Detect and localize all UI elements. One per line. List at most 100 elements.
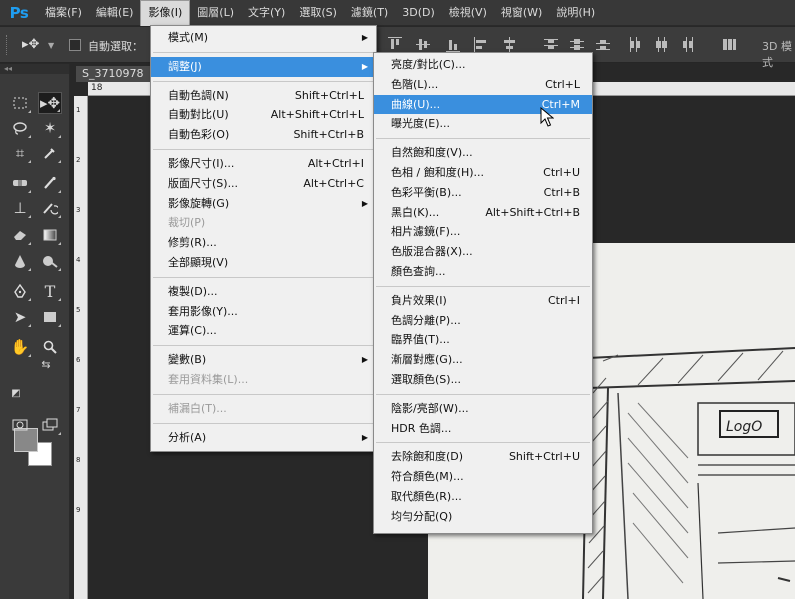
move-tool-icon[interactable]: ▸✥: [38, 92, 62, 114]
vertical-ruler[interactable]: 123456789: [74, 96, 88, 599]
adjust-menu-item[interactable]: 顏色查詢...: [374, 262, 592, 282]
toolbox-collapse-icon[interactable]: ◂◂: [0, 64, 69, 74]
menu-3d[interactable]: 3D(D): [395, 0, 442, 26]
magic-wand-tool-icon[interactable]: ✶: [38, 117, 62, 139]
image-menu-item-label: 套用影像(Y)...: [168, 304, 238, 318]
align-top-edges-icon[interactable]: [388, 37, 402, 52]
photoshop-window: Ps 檔案(F) 編輯(E) 影像(I) 圖層(L) 文字(Y) 選取(S) 濾…: [0, 0, 795, 599]
menu-view[interactable]: 檢視(V): [442, 0, 494, 26]
options-grip[interactable]: [6, 35, 9, 55]
adjust-menu-item[interactable]: 陰影/亮部(W)...: [374, 399, 592, 419]
adjust-menu-item[interactable]: 漸層對應(G)...: [374, 350, 592, 370]
crop-tool-icon[interactable]: ⌗: [8, 142, 32, 164]
image-menu-item[interactable]: 影像尺寸(I)... Alt+Ctrl+I: [151, 154, 376, 174]
adjust-menu-item[interactable]: 均勻分配(Q): [374, 507, 592, 527]
image-menu-item[interactable]: 變數(B) ▶: [151, 350, 376, 370]
blur-tool-icon[interactable]: [8, 250, 32, 272]
menu-type[interactable]: 文字(Y): [241, 0, 292, 26]
default-colors-icon[interactable]: ◩: [8, 386, 24, 400]
move-tool-preset-icon[interactable]: ▸✥: [22, 37, 39, 52]
menu-layer[interactable]: 圖層(L): [190, 0, 241, 26]
image-menu-item[interactable]: 運算(C)...: [151, 321, 376, 341]
image-menu-item[interactable]: 模式(M) ▶: [151, 28, 376, 48]
distribute-top-icon[interactable]: [544, 37, 558, 52]
adjust-menu-item[interactable]: 選取顏色(S)...: [374, 370, 592, 390]
menu-file[interactable]: 檔案(F): [38, 0, 89, 26]
image-menu-item[interactable]: 自動色調(N) Shift+Ctrl+L: [151, 86, 376, 106]
lasso-tool-icon[interactable]: [8, 117, 32, 139]
adjust-menu-item[interactable]: 色調分離(P)...: [374, 311, 592, 331]
path-selection-tool-icon[interactable]: ➤: [8, 306, 32, 328]
menu-filter[interactable]: 濾鏡(T): [344, 0, 395, 26]
marquee-tool-icon[interactable]: [8, 92, 32, 114]
image-menu-item[interactable]: 全部顯現(V): [151, 253, 376, 273]
distribute-hcenter-icon[interactable]: [654, 37, 668, 52]
image-menu-item[interactable]: 分析(A) ▶: [151, 428, 376, 448]
align-bottom-edges-icon[interactable]: [446, 37, 460, 52]
history-brush-tool-icon[interactable]: [38, 197, 62, 219]
zoom-tool-icon[interactable]: [38, 336, 62, 358]
adjust-menu-item[interactable]: 色階(L)... Ctrl+L: [374, 75, 592, 95]
hand-tool-icon[interactable]: ✋: [8, 336, 32, 358]
distribute-left-icon[interactable]: [628, 37, 642, 52]
chevron-down-icon[interactable]: ▼: [48, 41, 54, 50]
distribute-center-icon[interactable]: [570, 37, 584, 52]
adjust-menu-item[interactable]: 黑白(K)... Alt+Shift+Ctrl+B: [374, 203, 592, 223]
dodge-tool-icon[interactable]: [38, 250, 62, 272]
auto-select-checkbox[interactable]: [69, 39, 81, 51]
adjust-menu-item[interactable]: 曝光度(E)...: [374, 114, 592, 134]
adjust-menu-item[interactable]: 亮度/對比(C)...: [374, 55, 592, 75]
menu-window[interactable]: 視窗(W): [494, 0, 549, 26]
menu-separator: [376, 442, 590, 444]
gradient-tool-icon[interactable]: [38, 224, 62, 246]
auto-align-layers-icon[interactable]: [722, 37, 736, 52]
adjust-menu-item[interactable]: 色彩平衡(B)... Ctrl+B: [374, 183, 592, 203]
distribute-right-icon[interactable]: [680, 37, 694, 52]
menu-select[interactable]: 選取(S): [292, 0, 344, 26]
adjust-menu-item[interactable]: 符合顏色(M)...: [374, 467, 592, 487]
swap-colors-icon[interactable]: ⇆: [38, 357, 54, 371]
ruler-start-label: 18: [91, 83, 103, 93]
type-tool-icon[interactable]: T: [38, 280, 62, 302]
brush-tool-icon[interactable]: [38, 172, 62, 194]
adjust-menu-item[interactable]: 色相 / 飽和度(H)... Ctrl+U: [374, 163, 592, 183]
document-tab[interactable]: S_3710978: [76, 66, 156, 82]
align-vertical-centers-icon[interactable]: [416, 37, 430, 52]
clone-stamp-tool-icon[interactable]: ⊥: [8, 197, 32, 219]
distribute-bottom-icon[interactable]: [596, 37, 610, 52]
adjust-menu-item[interactable]: 去除飽和度(D) Shift+Ctrl+U: [374, 447, 592, 467]
image-menu-item[interactable]: 影像旋轉(G) ▶: [151, 194, 376, 214]
adjust-menu-item[interactable]: 臨界值(T)...: [374, 330, 592, 350]
adjust-menu-item-label: 曝光度(E)...: [391, 117, 451, 131]
pen-tool-icon[interactable]: [8, 280, 32, 302]
align-left-edges-icon[interactable]: [474, 37, 488, 52]
image-menu-item: 裁切(P): [151, 213, 376, 233]
image-menu-item[interactable]: 自動色彩(O) Shift+Ctrl+B: [151, 125, 376, 145]
adjust-menu-item-label: 亮度/對比(C)...: [391, 58, 466, 71]
menu-help[interactable]: 說明(H): [549, 0, 602, 26]
image-menu-item[interactable]: 版面尺寸(S)... Alt+Ctrl+C: [151, 174, 376, 194]
image-menu-item[interactable]: 修剪(R)...: [151, 233, 376, 253]
align-horizontal-centers-icon[interactable]: [502, 37, 516, 52]
image-menu-item[interactable]: 自動對比(U) Alt+Shift+Ctrl+L: [151, 105, 376, 125]
adjust-menu-item[interactable]: 負片效果(I) Ctrl+I: [374, 291, 592, 311]
eraser-tool-icon[interactable]: [8, 224, 32, 246]
menu-image[interactable]: 影像(I): [140, 0, 191, 26]
quick-mask-icon[interactable]: [8, 414, 32, 436]
adjust-menu-item[interactable]: 取代顏色(R)...: [374, 487, 592, 507]
image-menu-item[interactable]: 套用影像(Y)...: [151, 302, 376, 322]
adjust-menu-item[interactable]: 曲線(U)... Ctrl+M: [374, 94, 592, 115]
screen-mode-icon[interactable]: [38, 414, 62, 436]
shortcut-label: Alt+Ctrl+I: [307, 156, 364, 170]
adjust-menu-item[interactable]: 自然飽和度(V)...: [374, 143, 592, 163]
adjust-menu-item[interactable]: 色版混合器(X)...: [374, 242, 592, 262]
adjust-menu-item[interactable]: HDR 色調...: [374, 419, 592, 439]
eyedropper-tool-icon[interactable]: [38, 142, 62, 164]
image-menu-item[interactable]: 調整(J) ▶: [151, 56, 376, 77]
shortcut-label: Ctrl+U: [543, 165, 580, 179]
menu-edit[interactable]: 編輯(E): [89, 0, 141, 26]
adjust-menu-item[interactable]: 相片濾鏡(F)...: [374, 222, 592, 242]
image-menu-item[interactable]: 複製(D)...: [151, 282, 376, 302]
rectangle-tool-icon[interactable]: [38, 306, 62, 328]
healing-brush-tool-icon[interactable]: [8, 172, 32, 194]
